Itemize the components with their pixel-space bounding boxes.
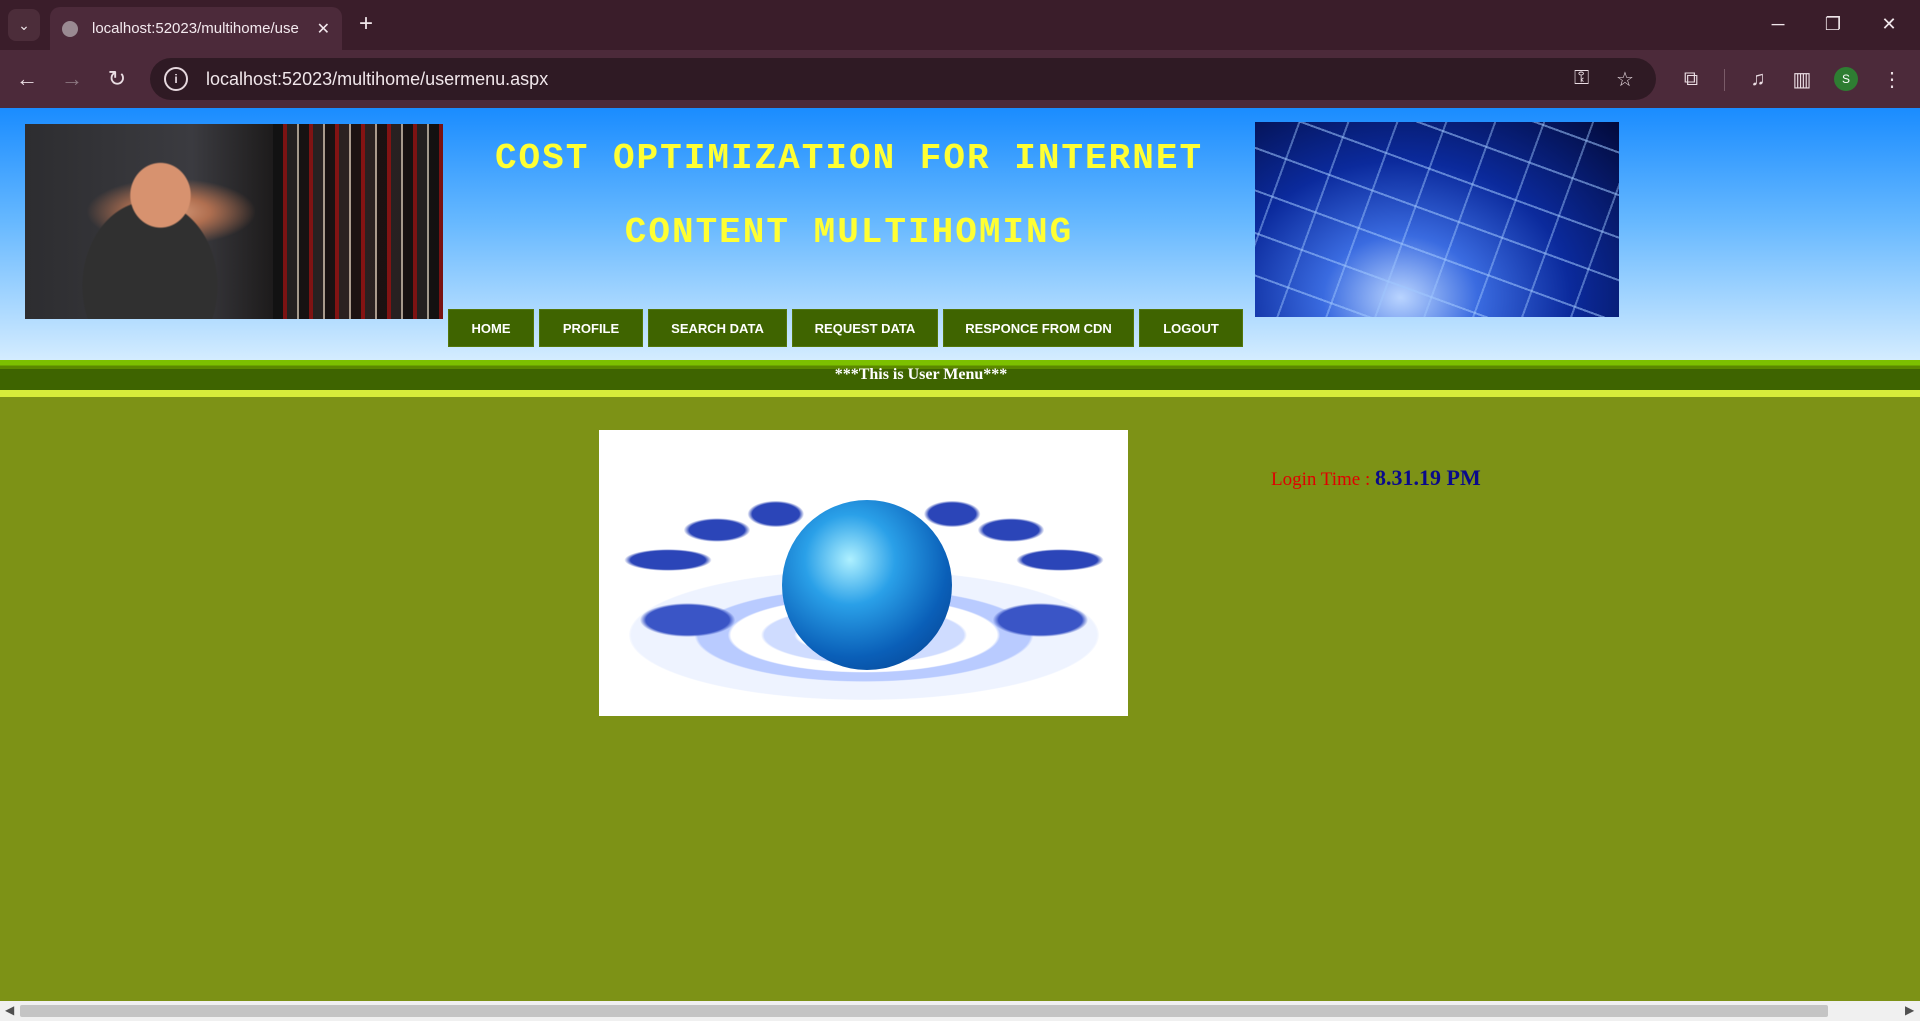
menu-logout[interactable]: LOGOUT: [1139, 309, 1243, 347]
minimize-icon[interactable]: ─: [1758, 8, 1798, 40]
scroll-right-icon[interactable]: ▶: [1905, 1003, 1914, 1017]
horizontal-scrollbar[interactable]: ◀ ▶: [0, 1001, 1920, 1021]
tab-title: localhost:52023/multihome/use: [92, 20, 299, 37]
close-tab-icon[interactable]: ✕: [317, 19, 330, 39]
globe-icon: [62, 20, 78, 37]
menu-profile[interactable]: PROFILE: [539, 309, 643, 347]
menu-search-data[interactable]: SEARCH DATA: [648, 309, 787, 347]
main-menu: HOME PROFILE SEARCH DATA REQUEST DATA RE…: [448, 309, 1243, 347]
profile-avatar[interactable]: S: [1834, 67, 1858, 91]
browser-tab-bar: ⌄ localhost:52023/multihome/use ✕ + ─ ❐ …: [0, 0, 1920, 50]
site-info-icon[interactable]: i: [164, 67, 188, 91]
technician-image: [25, 124, 443, 319]
login-time: Login Time : 8.31.19 PM: [1271, 465, 1481, 491]
server-rack: [273, 124, 443, 319]
forward-button[interactable]: →: [55, 62, 89, 96]
web-page: COST OPTIMIZATION FOR INTERNET CONTENT M…: [0, 108, 1920, 1001]
main-content: Login Time : 8.31.19 PM: [0, 397, 1920, 1001]
extensions-icon[interactable]: ⧉: [1675, 63, 1707, 95]
site-title-line-1: COST OPTIMIZATION FOR INTERNET: [494, 138, 1204, 179]
window-close-icon[interactable]: ✕: [1869, 8, 1909, 40]
side-panel-icon[interactable]: ▥: [1786, 63, 1818, 95]
password-key-icon[interactable]: ⚿: [1574, 67, 1589, 90]
back-button[interactable]: ←: [10, 62, 44, 96]
site-title-line-2: CONTENT MULTIHOMING: [624, 212, 1074, 253]
toolbar-divider: [1724, 69, 1725, 91]
menu-home[interactable]: HOME: [448, 309, 534, 347]
tab-search-chevron-icon[interactable]: ⌄: [8, 9, 40, 41]
people-around-globe-image: [599, 430, 1128, 716]
media-controls-icon[interactable]: ♫: [1742, 63, 1774, 95]
more-menu-icon[interactable]: ⋮: [1876, 63, 1908, 95]
new-tab-button[interactable]: +: [352, 10, 380, 38]
bookmark-star-icon[interactable]: ☆: [1616, 67, 1634, 92]
url-text[interactable]: localhost:52023/multihome/usermenu.aspx: [206, 69, 548, 90]
restore-icon[interactable]: ❐: [1813, 8, 1853, 40]
scroll-left-icon[interactable]: ◀: [5, 1003, 14, 1017]
browser-toolbar: ← → ↻ i localhost:52023/multihome/userme…: [0, 50, 1920, 108]
globe-icon: [782, 500, 952, 670]
address-bar[interactable]: i localhost:52023/multihome/usermenu.asp…: [150, 58, 1656, 100]
site-header: COST OPTIMIZATION FOR INTERNET CONTENT M…: [0, 108, 1920, 360]
technician-figure: [45, 154, 255, 319]
network-grid: [1255, 122, 1619, 317]
browser-tab[interactable]: localhost:52023/multihome/use ✕: [50, 7, 342, 50]
menu-responce-from-cdn[interactable]: RESPONCE FROM CDN: [943, 309, 1134, 347]
login-time-value: 8.31.19 PM: [1375, 465, 1481, 490]
login-time-label: Login Time :: [1271, 469, 1375, 490]
divider-line: [0, 390, 1920, 397]
network-globe-image: [1255, 122, 1619, 317]
menu-request-data[interactable]: REQUEST DATA: [792, 309, 938, 347]
user-menu-banner: ***This is User Menu***: [834, 366, 1008, 383]
reload-button[interactable]: ↻: [100, 62, 134, 96]
scrollbar-thumb[interactable]: [20, 1005, 1828, 1017]
